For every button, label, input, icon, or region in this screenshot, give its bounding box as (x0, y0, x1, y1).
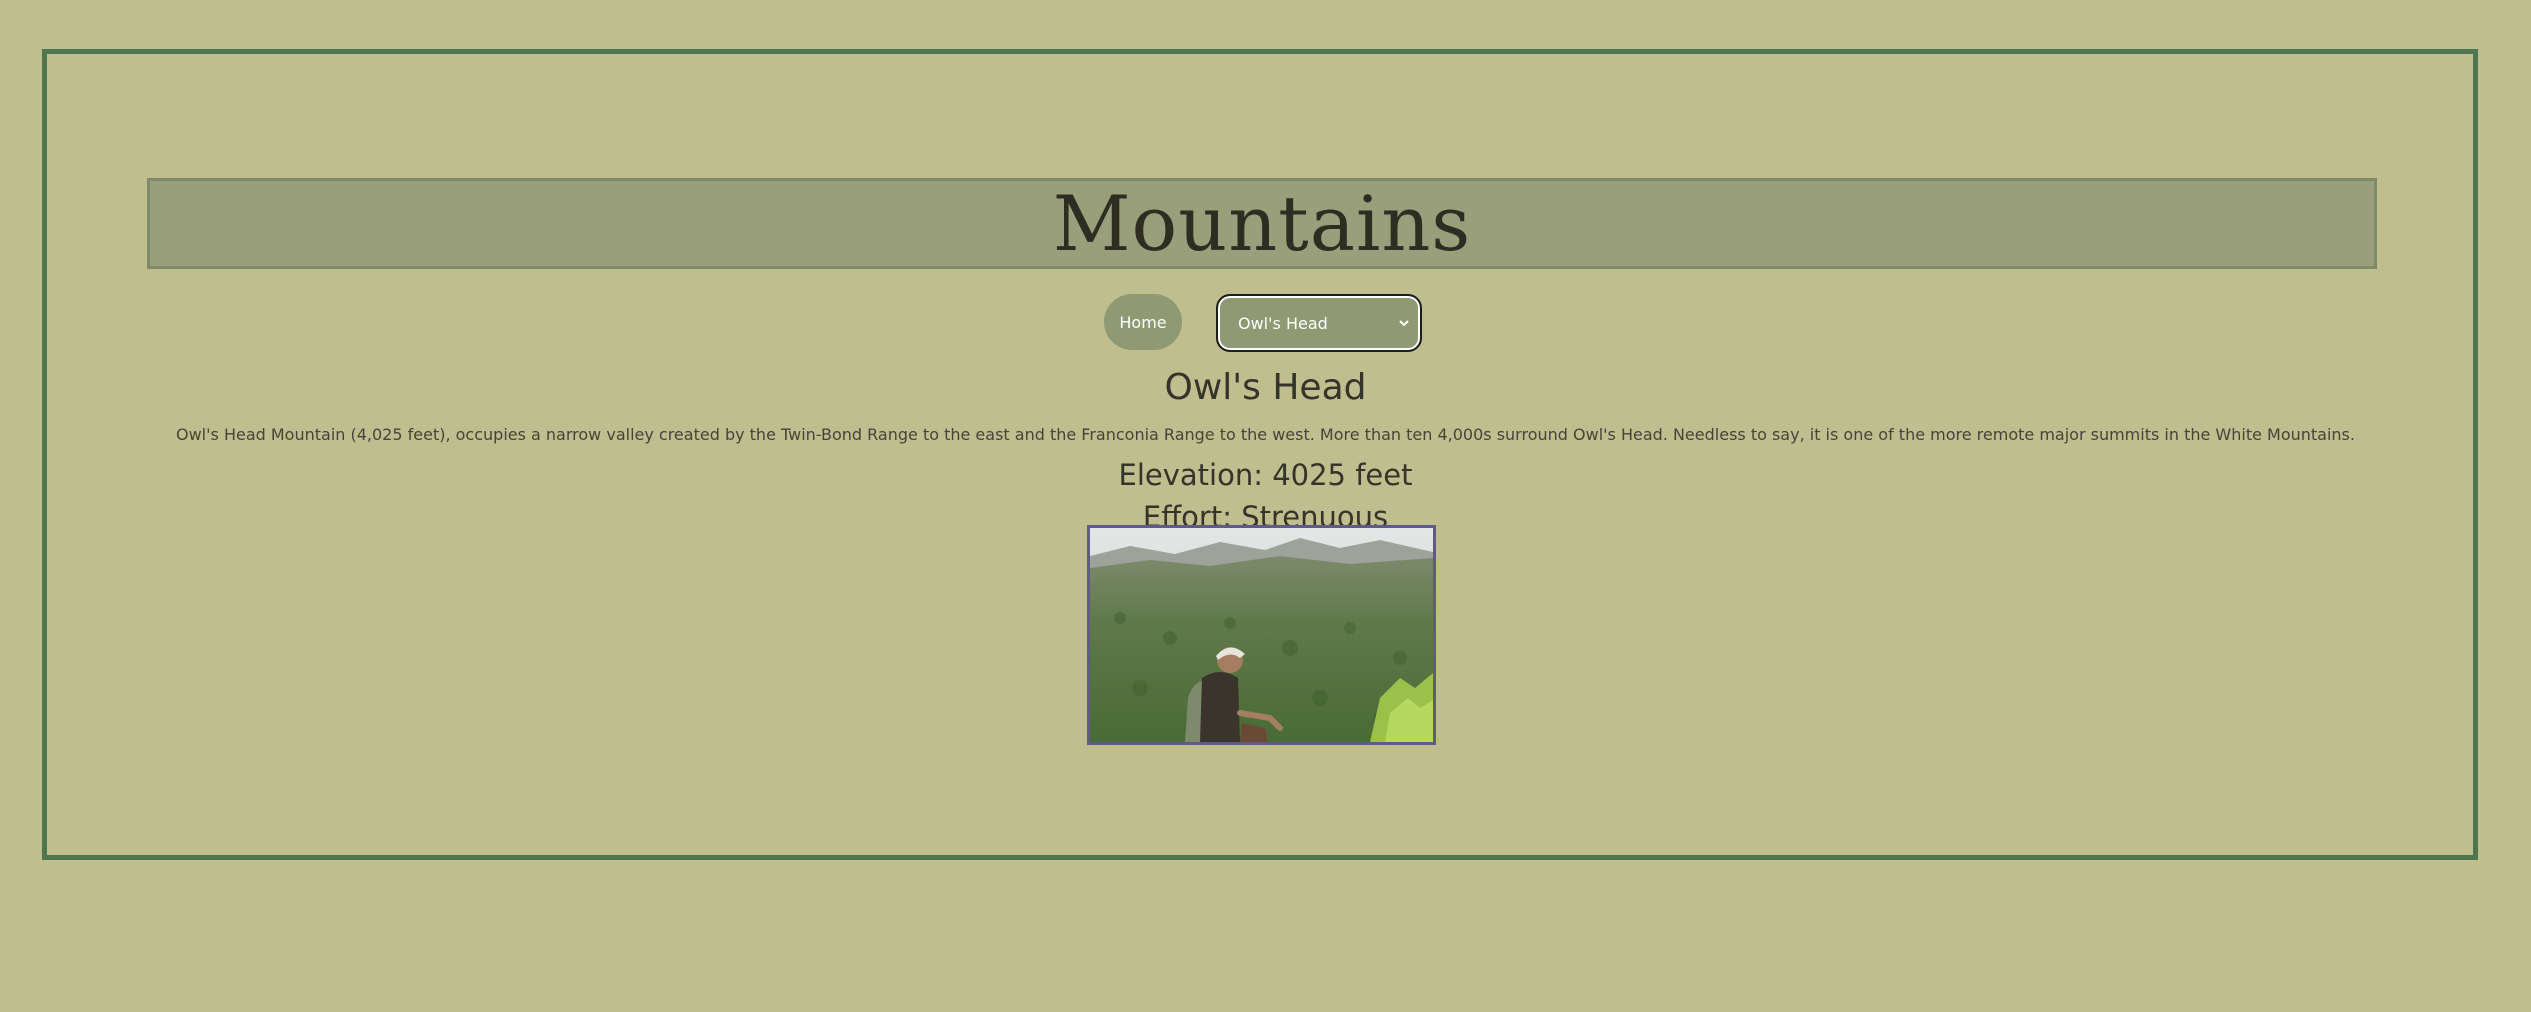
page-title: Mountains (1052, 179, 1472, 268)
chevron-down-icon (1399, 320, 1409, 327)
hiker-landscape-image (1090, 528, 1433, 742)
mountain-select[interactable]: Owl's Head (1216, 294, 1422, 352)
mountain-photo (1087, 525, 1436, 745)
mountain-details: Owl's Head Owl's Head Mountain (4,025 fe… (0, 360, 2531, 538)
mountain-name: Owl's Head (1164, 367, 1367, 408)
home-button[interactable]: Home (1104, 294, 1182, 350)
elevation-text: Elevation: 4025 feet (1118, 458, 1413, 492)
title-banner: Mountains (147, 178, 2377, 269)
mountain-select-value: Owl's Head (1238, 313, 1328, 333)
mountain-description: Owl's Head Mountain (4,025 feet), occupi… (176, 425, 2355, 444)
navigation-bar: Home Owl's Head (0, 294, 2531, 352)
